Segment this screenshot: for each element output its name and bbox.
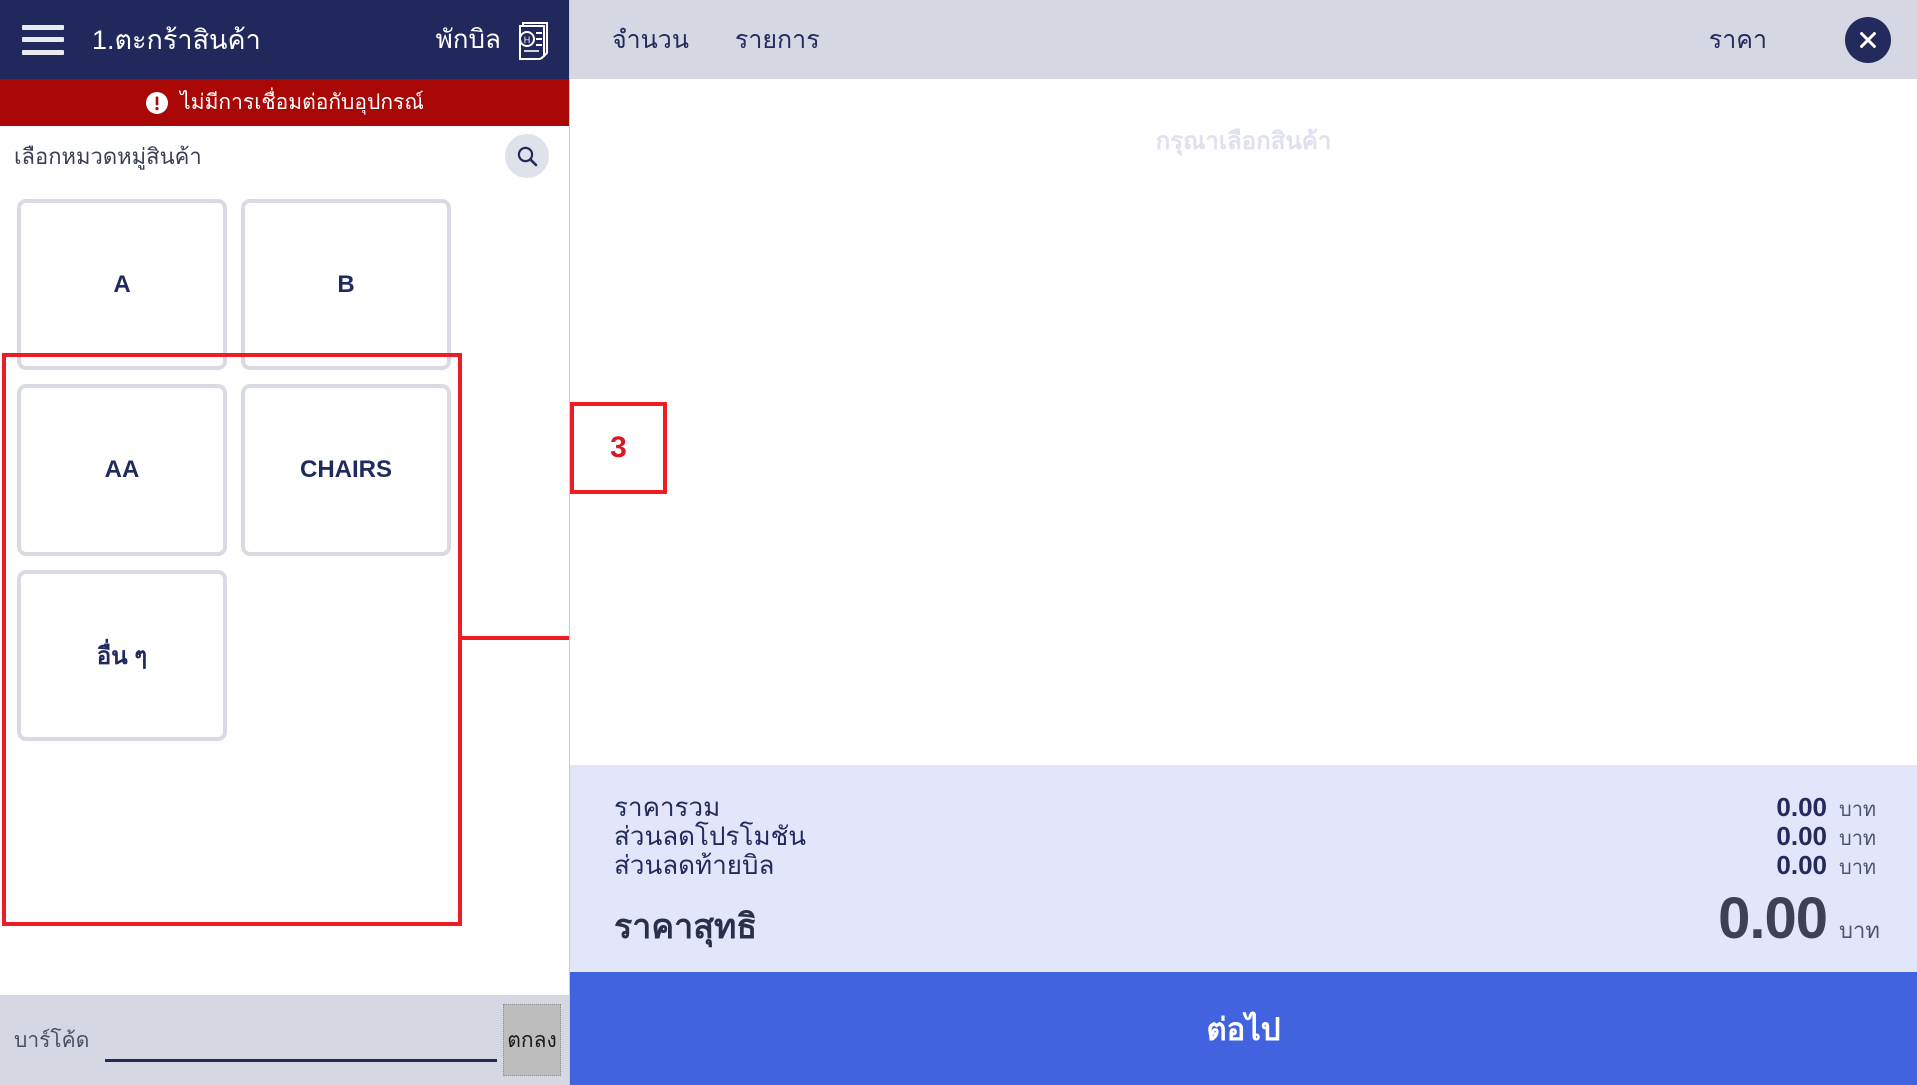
net-total-unit: บาท bbox=[1839, 918, 1880, 944]
category-select-label: เลือกหมวดหมู่สินค้า bbox=[14, 143, 202, 169]
net-total-label: ราคาสุทธิ bbox=[614, 908, 758, 947]
cart-column-header: จำนวน รายการ ราคา bbox=[570, 0, 1917, 79]
close-x-icon bbox=[1860, 31, 1876, 48]
column-header-item: รายการ bbox=[734, 25, 820, 54]
annotation-callout-3: 3 bbox=[570, 402, 667, 494]
right-panel: จำนวน รายการ ราคา กรุณาเลือกสินค้า ราคาร… bbox=[570, 0, 1917, 1085]
left-panel: 1.ตะกร้าสินค้า พักบิล H ไม่มีการเชื่อมต่… bbox=[0, 0, 570, 1085]
next-button[interactable]: ต่อไป bbox=[570, 972, 1917, 1085]
search-button[interactable] bbox=[505, 134, 549, 178]
hamburger-menu-icon[interactable] bbox=[22, 24, 64, 55]
barcode-entry-bar: บาร์โค้ด ตกลง bbox=[0, 995, 569, 1085]
barcode-input[interactable] bbox=[105, 1018, 497, 1062]
page-title: 1.ตะกร้าสินค้า bbox=[92, 25, 261, 55]
close-button[interactable] bbox=[1845, 16, 1891, 63]
order-summary: ราคารวม 0.00 บาท ส่วนลดโปรโมชัน 0.00 บาท… bbox=[570, 765, 1917, 972]
annotation-leader-line bbox=[462, 636, 569, 640]
category-tile[interactable]: CHAIRS bbox=[241, 384, 451, 556]
category-grid-area: A B AA CHAIRS อื่น ๆ bbox=[0, 186, 569, 995]
column-header-price: ราคา bbox=[1708, 25, 1767, 54]
category-grid: A B AA CHAIRS อื่น ๆ bbox=[4, 186, 462, 754]
summary-row: ส่วนลดโปรโมชัน 0.00 บาท bbox=[614, 820, 1883, 851]
summary-label: ส่วนลดโปรโมชัน bbox=[614, 820, 807, 851]
summary-value: 0.00 bbox=[1776, 820, 1827, 851]
hold-bill-button[interactable]: พักบิล H bbox=[436, 19, 551, 60]
category-tile[interactable]: อื่น ๆ bbox=[17, 569, 227, 741]
summary-net-row: ราคาสุทธิ 0.00 บาท bbox=[614, 886, 1883, 952]
barcode-label: บาร์โค้ด bbox=[14, 1028, 90, 1052]
offline-status-text: ไม่มีการเชื่อมต่อกับอุปกรณ์ bbox=[180, 91, 424, 114]
category-tile-empty-slot bbox=[241, 570, 451, 741]
cart-empty-message: กรุณาเลือกสินค้า bbox=[1155, 128, 1332, 155]
summary-unit: บาท bbox=[1839, 798, 1877, 821]
category-tile[interactable]: A bbox=[17, 199, 227, 371]
summary-row: ส่วนลดท้ายบิล 0.00 บาท bbox=[614, 850, 1883, 881]
summary-value: 0.00 bbox=[1776, 850, 1827, 881]
barcode-confirm-button[interactable]: ตกลง bbox=[503, 1004, 561, 1076]
offline-status-banner: ไม่มีการเชื่อมต่อกับอุปกรณ์ bbox=[0, 79, 569, 126]
pos-screen: 1.ตะกร้าสินค้า พักบิล H ไม่มีการเชื่อมต่… bbox=[0, 0, 1917, 1085]
summary-label: ราคารวม bbox=[614, 791, 721, 822]
hold-bill-document-icon: H bbox=[515, 20, 551, 60]
category-tile[interactable]: AA bbox=[17, 384, 227, 556]
alert-exclamation-icon bbox=[145, 91, 169, 115]
summary-unit: บาท bbox=[1839, 827, 1877, 850]
summary-label: ส่วนลดท้ายบิล bbox=[614, 850, 775, 881]
hold-bill-label: พักบิล bbox=[435, 24, 501, 54]
summary-unit: บาท bbox=[1839, 857, 1877, 880]
search-icon bbox=[517, 146, 538, 167]
net-total-value: 0.00 bbox=[1718, 886, 1828, 952]
svg-text:H: H bbox=[524, 35, 531, 45]
category-select-bar: เลือกหมวดหมู่สินค้า bbox=[0, 126, 569, 186]
summary-value: 0.00 bbox=[1776, 791, 1827, 822]
category-tile[interactable]: B bbox=[241, 199, 451, 371]
left-topbar: 1.ตะกร้าสินค้า พักบิล H bbox=[0, 0, 569, 79]
cart-items-area: กรุณาเลือกสินค้า bbox=[570, 79, 1917, 765]
column-header-quantity: จำนวน bbox=[612, 25, 689, 54]
summary-row: ราคารวม 0.00 บาท bbox=[614, 791, 1883, 822]
